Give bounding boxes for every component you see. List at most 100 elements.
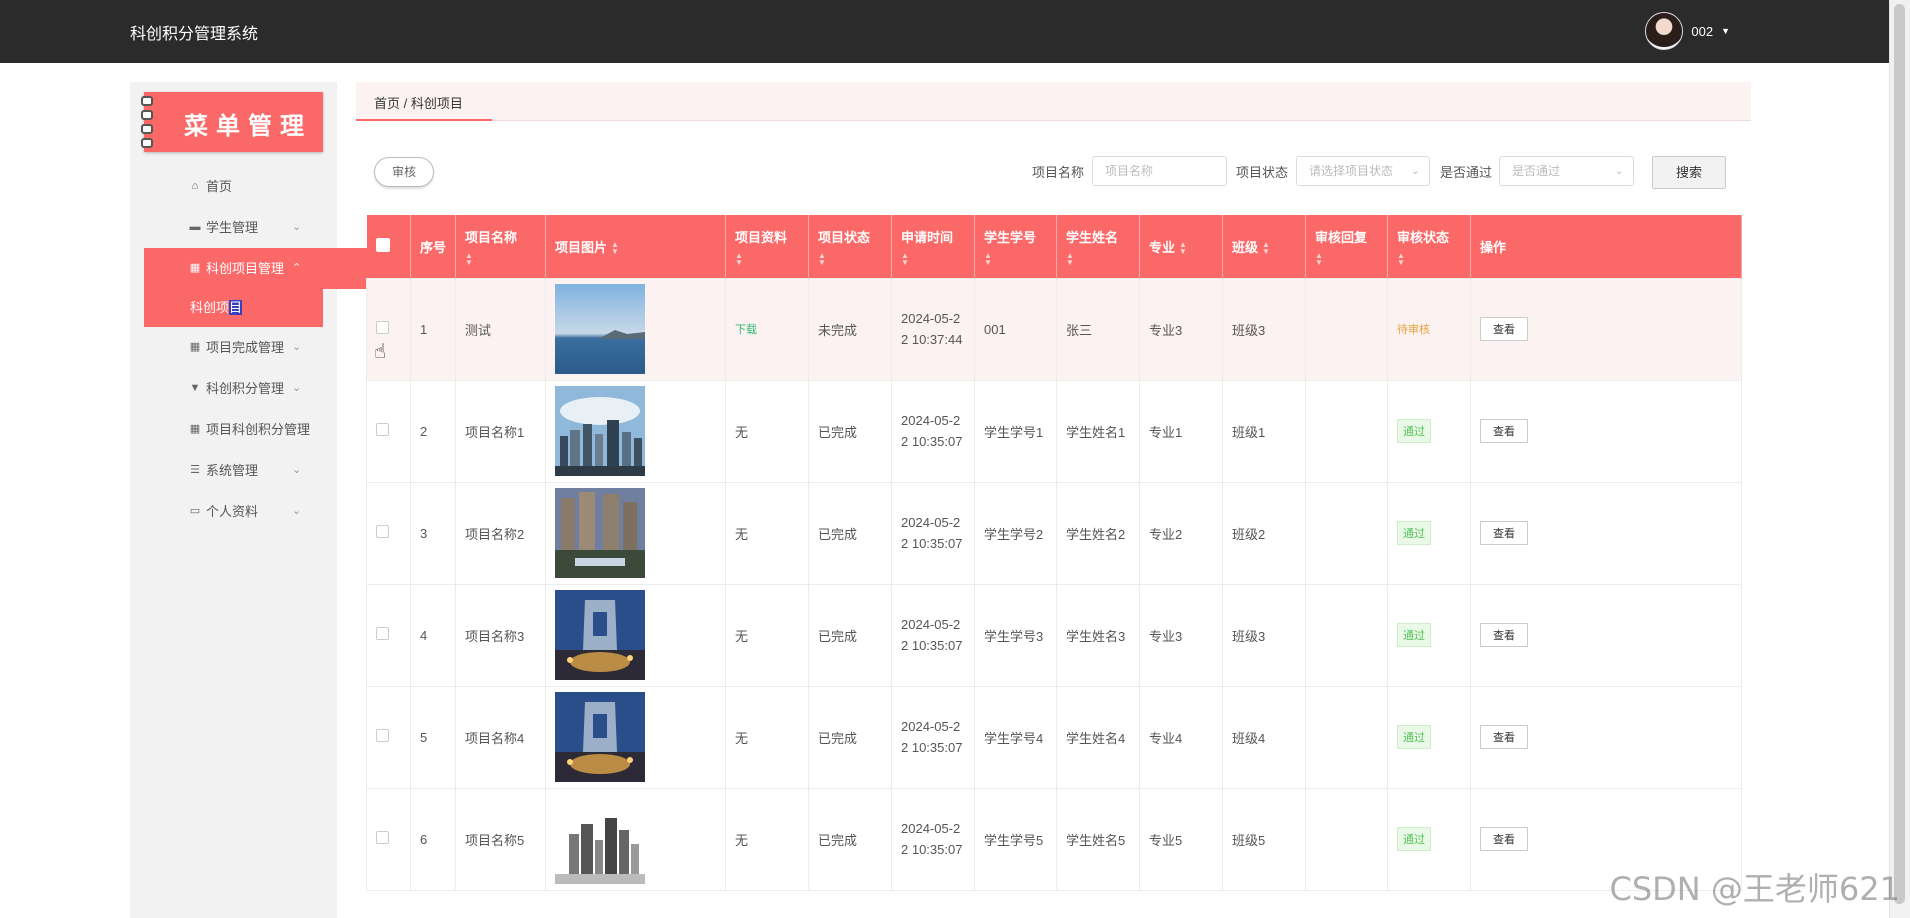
project-image[interactable] (555, 692, 716, 782)
row-checkbox[interactable] (376, 321, 389, 334)
col-student-name-label: 学生姓名 (1066, 230, 1119, 245)
sidebar-item-1[interactable]: ▬ 学生管理 ⌄ (130, 207, 337, 248)
project-image[interactable] (555, 794, 716, 884)
table-row[interactable]: 6 项目名称5 无 已完成 2024-05-2 2 10:35:07 学生学号5 学生姓名5 专… (366, 787, 1742, 891)
col-name[interactable]: 项目名称 ▲ ▼ (455, 215, 546, 278)
col-material[interactable]: 项目资料 ▲ ▼ (725, 215, 809, 278)
table-row[interactable]: 1 测试 下载 未完成 2024-05-2 2 10:37:44 001 张三 专业3 班级3 待审… (366, 277, 1742, 381)
col-image-label: 项目图片 (555, 239, 608, 255)
material-text: 无 (735, 730, 749, 746)
col-reply[interactable]: 审核回复 ▲ ▼ (1305, 215, 1388, 278)
table-row[interactable]: 2 项目名称1 无 已完成 2024-05-2 2 10:35:07 学生学号1 学生姓名1 专… (366, 379, 1742, 483)
pass-select[interactable]: 是否通过 ⌄ (1499, 156, 1634, 186)
sidebar-item-4[interactable]: ▼ 科创积分管理 ⌄ (130, 368, 337, 409)
row-select-cell[interactable] (366, 787, 411, 891)
user-menu[interactable]: 002 ▼ (1645, 12, 1730, 50)
avatar[interactable] (1645, 12, 1684, 50)
project-name-input[interactable]: 项目名称 (1092, 156, 1227, 186)
view-button[interactable]: 查看 (1480, 419, 1528, 443)
row-checkbox[interactable] (376, 423, 389, 436)
sort-icon[interactable]: ▲ ▼ (984, 252, 1047, 267)
project-status-select[interactable]: 请选择项目状态 ⌄ (1296, 156, 1430, 186)
row-select-cell[interactable] (366, 277, 411, 381)
sidebar-item-3[interactable]: ▦ 项目完成管理 ⌄ (130, 327, 337, 368)
breadcrumb[interactable]: 首页 / 科创项目 (374, 93, 463, 112)
col-student-name[interactable]: 学生姓名 ▲ ▼ (1056, 215, 1140, 278)
sidebar-item-0[interactable]: ⌂ 首页 (130, 166, 337, 207)
chevron-down-icon: ⌄ (1410, 165, 1420, 177)
vertical-scrollbar[interactable] (1889, 0, 1910, 918)
filter-status-label: 项目状态 (1236, 165, 1289, 180)
project-image[interactable] (555, 590, 716, 680)
view-button[interactable]: 查看 (1480, 725, 1528, 749)
sort-icon[interactable]: ▲ ▼ (735, 252, 799, 267)
cell-apply-time: 2024-05-2 2 10:37:44 (891, 277, 975, 381)
sort-icon[interactable]: ▲ ▼ (1397, 252, 1461, 267)
row-checkbox[interactable] (376, 627, 389, 640)
cell-class: 班级1 (1222, 379, 1306, 483)
caret-down-icon[interactable]: ▼ (1721, 26, 1730, 36)
view-button[interactable]: 查看 (1480, 317, 1528, 341)
sort-icon[interactable]: ▲ ▼ (1066, 252, 1130, 267)
cell-image[interactable] (545, 277, 726, 381)
row-select-cell[interactable] (366, 379, 411, 483)
sidebar-item-7[interactable]: ▭ 个人资料 ⌄ (130, 491, 337, 532)
cell-image[interactable] (545, 787, 726, 891)
project-image[interactable] (555, 284, 716, 374)
col-audit-status[interactable]: 审核状态 ▲ ▼ (1387, 215, 1471, 278)
sort-icon[interactable]: ▲ ▼ (901, 252, 965, 267)
select-all-checkbox[interactable] (375, 237, 390, 252)
sidebar-item-label: 学生管理 (206, 220, 259, 235)
row-select-cell[interactable] (366, 481, 411, 585)
col-image[interactable]: 项目图片 ▲ ▼ (545, 215, 726, 278)
sidebar-subitem-project[interactable]: 科创项目 (144, 289, 323, 327)
briefcase-icon: ▬ (189, 221, 201, 233)
table-row[interactable]: 3 项目名称2 无 已完成 2024-05-2 2 10:35:07 学生学号2 学生姓名2 专… (366, 481, 1742, 585)
sort-icon[interactable]: ▲ ▼ (611, 241, 619, 256)
cell-audit-status: 通过 (1387, 787, 1471, 891)
sidebar-item-5[interactable]: ▦ 项目科创积分管理 (130, 409, 337, 450)
cell-image[interactable] (545, 685, 726, 789)
cell-image[interactable] (545, 379, 726, 483)
audit-button[interactable]: 审核 (374, 157, 434, 187)
sort-icon[interactable]: ▲ ▼ (465, 252, 536, 267)
sidebar-item-label: 科创项目管理 (206, 261, 285, 276)
col-audit-status-label: 审核状态 (1397, 230, 1450, 245)
sort-icon[interactable]: ▲ ▼ (1315, 252, 1378, 267)
table-row[interactable]: 4 项目名称3 无 已完成 2024-05-2 2 10:35:07 学生学号3 学生姓名3 专… (366, 583, 1742, 687)
view-button[interactable]: 查看 (1480, 623, 1528, 647)
view-button[interactable]: 查看 (1480, 521, 1528, 545)
col-major[interactable]: 专业 ▲ ▼ (1139, 215, 1223, 278)
row-checkbox[interactable] (376, 729, 389, 742)
audit-status-badge: 通过 (1397, 725, 1431, 749)
search-button[interactable]: 搜索 (1652, 156, 1726, 189)
project-image[interactable] (555, 386, 716, 476)
row-checkbox[interactable] (376, 831, 389, 844)
col-student-no[interactable]: 学生学号 ▲ ▼ (974, 215, 1057, 278)
sort-icon[interactable]: ▲ ▼ (1262, 241, 1270, 256)
row-checkbox[interactable] (376, 525, 389, 538)
cell-image[interactable] (545, 583, 726, 687)
row-select-cell[interactable] (366, 685, 411, 789)
col-status[interactable]: 项目状态 ▲ ▼ (808, 215, 892, 278)
table-row[interactable]: 5 项目名称4 无 已完成 2024-05-2 2 10:35:07 学生学号4 学生姓名4 专… (366, 685, 1742, 789)
cell-student-name: 学生姓名1 (1056, 379, 1140, 483)
user-name[interactable]: 002 (1691, 24, 1713, 39)
row-select-cell[interactable] (366, 583, 411, 687)
sidebar-item-2[interactable]: ▦ 科创项目管理 ⌃ (144, 248, 367, 289)
col-apply-time[interactable]: 申请时间 ▲ ▼ (891, 215, 975, 278)
cell-image[interactable] (545, 481, 726, 585)
sidebar-item-6[interactable]: ☰ 系统管理 ⌄ (130, 450, 337, 491)
sort-icon[interactable]: ▲ ▼ (818, 252, 882, 267)
chevron-down-icon: ⌄ (292, 505, 302, 517)
select-all-cell[interactable] (366, 215, 411, 278)
pass-placeholder: 是否通过 (1512, 164, 1561, 178)
view-button[interactable]: 查看 (1480, 827, 1528, 851)
download-link[interactable]: 下载 (735, 324, 757, 336)
col-class[interactable]: 班级 ▲ ▼ (1222, 215, 1306, 278)
sidebar-item-label: 科创积分管理 (206, 381, 285, 396)
scrollbar-thumb[interactable] (1894, 4, 1905, 904)
sort-icon[interactable]: ▲ ▼ (1179, 241, 1187, 256)
cell-index: 2 (410, 379, 456, 483)
project-image[interactable] (555, 488, 716, 578)
